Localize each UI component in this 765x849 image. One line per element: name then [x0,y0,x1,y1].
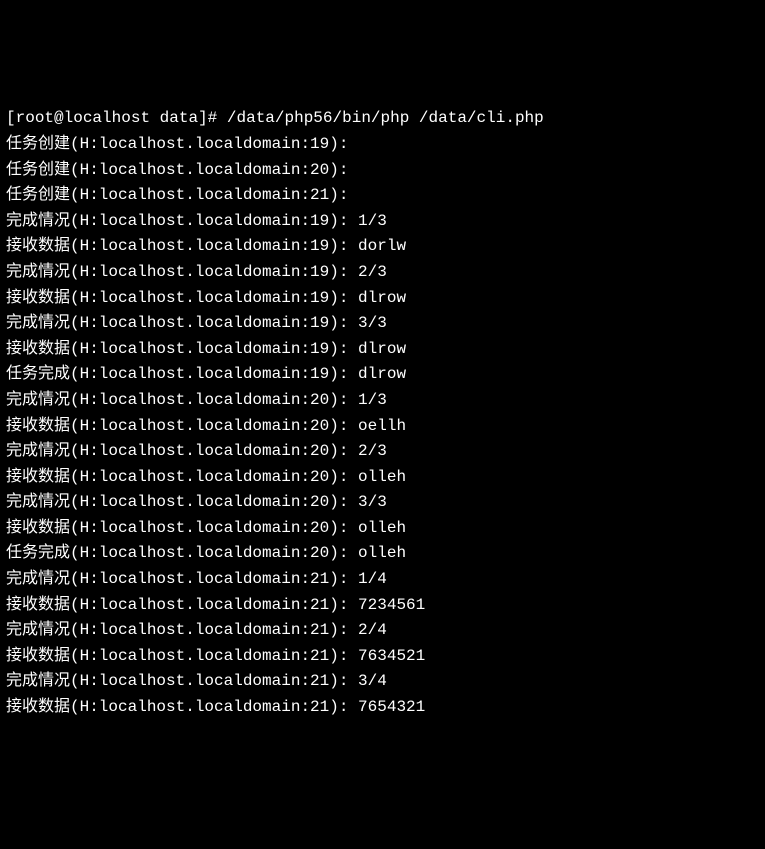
output-line: 完成情况(H:localhost.localdomain:19): 2/3 [6,260,759,286]
command-text: /data/php56/bin/php /data/cli.php [227,109,544,127]
prompt-symbol: # [208,109,218,127]
output-line: 接收数据(H:localhost.localdomain:21): 763452… [6,644,759,670]
output-line: 接收数据(H:localhost.localdomain:20): olleh [6,516,759,542]
shell-prompt-line[interactable]: [root@localhost data]# /data/php56/bin/p… [6,106,759,132]
output-line: 完成情况(H:localhost.localdomain:21): 2/4 [6,618,759,644]
output-line: 完成情况(H:localhost.localdomain:21): 1/4 [6,567,759,593]
prompt-user: root [16,109,54,127]
prompt-open: [ [6,109,16,127]
prompt-host: localhost [64,109,150,127]
prompt-cwd: data [160,109,198,127]
output-line: 完成情况(H:localhost.localdomain:20): 1/3 [6,388,759,414]
output-line: 任务完成(H:localhost.localdomain:19): dlrow [6,362,759,388]
output-line: 接收数据(H:localhost.localdomain:19): dorlw [6,234,759,260]
output-line: 接收数据(H:localhost.localdomain:20): olleh [6,465,759,491]
prompt-at: @ [54,109,64,127]
output-line: 完成情况(H:localhost.localdomain:19): 3/3 [6,311,759,337]
output-line: 任务创建(H:localhost.localdomain:19): [6,132,759,158]
prompt-close: ] [198,109,208,127]
output-line: 任务创建(H:localhost.localdomain:21): [6,183,759,209]
output-line: 完成情况(H:localhost.localdomain:21): 3/4 [6,669,759,695]
output-line: 接收数据(H:localhost.localdomain:20): oellh [6,414,759,440]
output-line: 完成情况(H:localhost.localdomain:19): 1/3 [6,209,759,235]
output-line: 接收数据(H:localhost.localdomain:21): 765432… [6,695,759,721]
output-line: 任务创建(H:localhost.localdomain:20): [6,158,759,184]
output-line: 接收数据(H:localhost.localdomain:19): dlrow [6,337,759,363]
output-line: 接收数据(H:localhost.localdomain:21): 723456… [6,593,759,619]
output-line: 任务完成(H:localhost.localdomain:20): olleh [6,541,759,567]
output-line: 接收数据(H:localhost.localdomain:19): dlrow [6,286,759,312]
output-line: 完成情况(H:localhost.localdomain:20): 2/3 [6,439,759,465]
terminal-output: 任务创建(H:localhost.localdomain:19):任务创建(H:… [6,132,759,721]
output-line: 完成情况(H:localhost.localdomain:20): 3/3 [6,490,759,516]
